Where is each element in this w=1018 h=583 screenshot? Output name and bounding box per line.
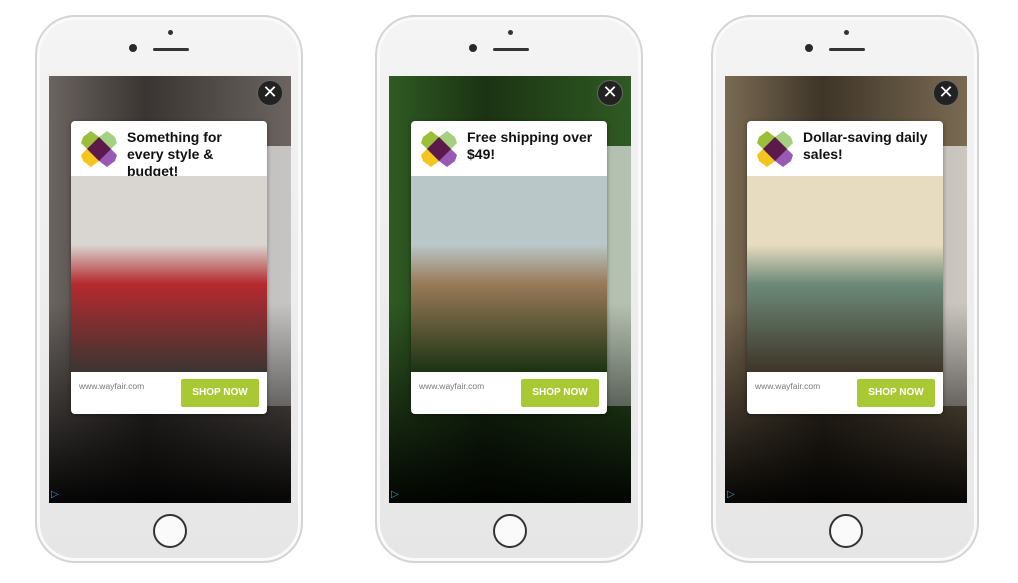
close-button[interactable]: ✕ (257, 80, 283, 106)
ad-headline: Something for every style & budget! (127, 129, 222, 179)
ad-headline: Dollar-saving daily sales! (803, 129, 928, 162)
close-button[interactable]: ✕ (597, 80, 623, 106)
iphone-mockup: ✕ Something for every style & budget! ww… (35, 15, 303, 563)
adchoices-icon[interactable]: ▷ (391, 489, 399, 500)
iphone-mockup: ✕ Free shipping over $49! www.wayfair.co… (375, 15, 643, 563)
wayfair-logo (81, 131, 117, 167)
ad-card[interactable]: Dollar-saving daily sales! www.wayfair.c… (747, 121, 943, 414)
product-image (71, 176, 267, 372)
ad-screen: ✕ Free shipping over $49! www.wayfair.co… (389, 76, 631, 503)
wayfair-logo (757, 131, 793, 167)
front-camera (129, 44, 137, 52)
shop-now-button[interactable]: SHOP NOW (181, 379, 259, 407)
home-button[interactable] (829, 514, 863, 548)
ad-screen: ✕ Dollar-saving daily sales! www.wayfair… (725, 76, 967, 503)
shop-now-button[interactable]: SHOP NOW (521, 379, 599, 407)
wayfair-logo (421, 131, 457, 167)
ad-headline: Free shipping over $49! (467, 129, 593, 162)
product-image (747, 176, 943, 372)
shop-now-button[interactable]: SHOP NOW (857, 379, 935, 407)
sensor-dot (844, 30, 849, 35)
sensor-dot (508, 30, 513, 35)
ad-url[interactable]: www.wayfair.com (79, 381, 144, 391)
ad-screen: ✕ Something for every style & budget! ww… (49, 76, 291, 503)
home-button[interactable] (493, 514, 527, 548)
close-button[interactable]: ✕ (933, 80, 959, 106)
ad-url[interactable]: www.wayfair.com (755, 381, 820, 391)
ad-card[interactable]: Free shipping over $49! www.wayfair.com … (411, 121, 607, 414)
front-camera (469, 44, 477, 52)
sensor-dot (168, 30, 173, 35)
adchoices-icon[interactable]: ▷ (727, 489, 735, 500)
front-camera (805, 44, 813, 52)
home-button[interactable] (153, 514, 187, 548)
adchoices-icon[interactable]: ▷ (51, 489, 59, 500)
earpiece-speaker (153, 48, 189, 51)
product-image (411, 176, 607, 372)
iphone-mockup: ✕ Dollar-saving daily sales! www.wayfair… (711, 15, 979, 563)
earpiece-speaker (829, 48, 865, 51)
ad-card[interactable]: Something for every style & budget! www.… (71, 121, 267, 414)
ad-url[interactable]: www.wayfair.com (419, 381, 484, 391)
earpiece-speaker (493, 48, 529, 51)
